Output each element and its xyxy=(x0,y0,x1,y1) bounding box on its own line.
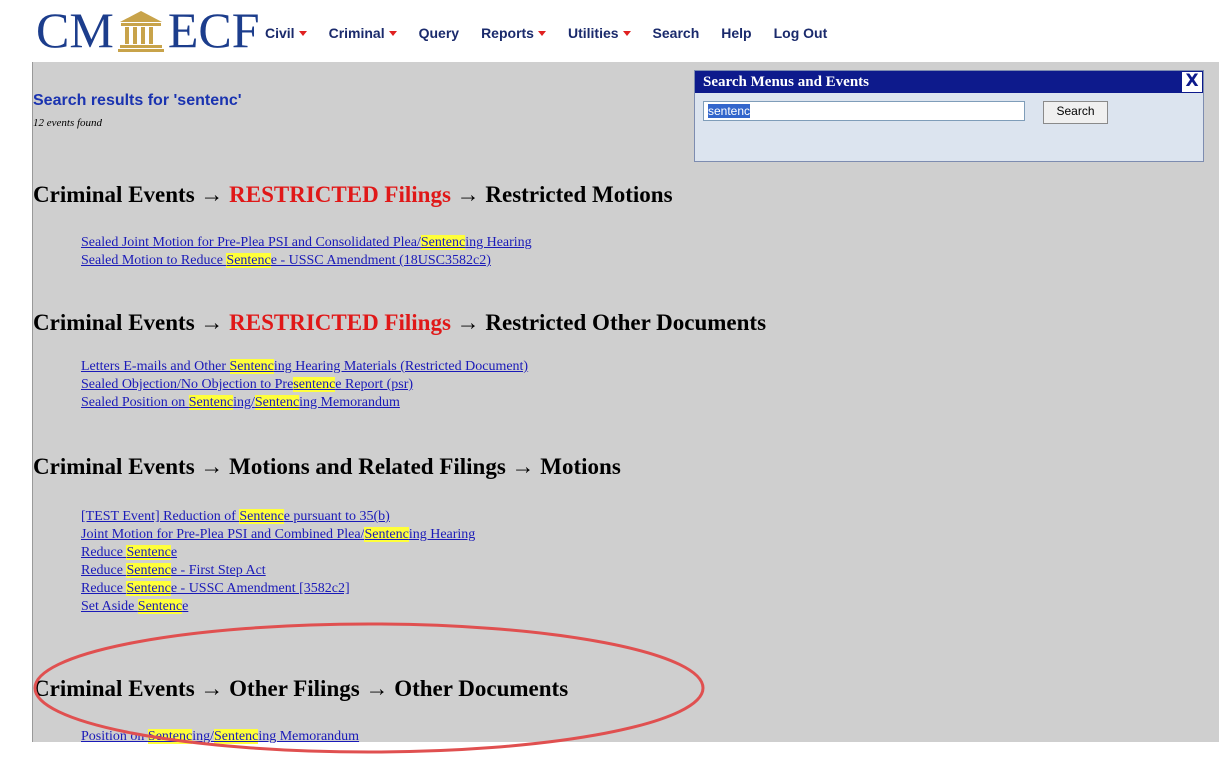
event-link-list: Letters E-mails and Other Sentencing Hea… xyxy=(81,358,528,412)
section-heading: Criminal Events → Motions and Related Fi… xyxy=(33,454,621,480)
link-text: e xyxy=(170,545,178,560)
courthouse-icon xyxy=(117,11,164,52)
link-text: e - USSC Amendment [3582c2] xyxy=(170,581,350,596)
close-icon[interactable]: X xyxy=(1181,71,1203,93)
link-text: Sealed Position on xyxy=(81,395,189,410)
search-match-highlight: Sentenc xyxy=(137,599,183,614)
link-text: Reduce xyxy=(81,545,127,560)
search-panel-header: Search Menus and Events X xyxy=(695,71,1203,93)
link-text: ing Memorandum xyxy=(299,395,400,410)
main-menu: Civil Criminal Query Reports Utilities Search… xyxy=(265,25,849,41)
search-match-highlight: Sentenc xyxy=(188,395,234,410)
menu-help[interactable]: Help xyxy=(721,25,751,41)
search-match-highlight: Sentenc xyxy=(126,563,171,578)
section-heading: Criminal Events → RESTRICTED Filings → R… xyxy=(33,310,766,336)
section-heading: Criminal Events → RESTRICTED Filings → R… xyxy=(33,182,673,208)
search-button[interactable]: Search xyxy=(1043,101,1108,124)
link-text: Joint Motion for Pre-Plea PSI and Combin… xyxy=(81,527,365,542)
section-heading-path: Criminal Events → Other Filings → Other … xyxy=(33,676,569,701)
section-heading-path: Criminal Events → xyxy=(33,182,230,207)
link-text: [TEST Event] Reduction of xyxy=(81,509,240,524)
event-link[interactable]: Sealed Joint Motion for Pre-Plea PSI and… xyxy=(81,234,532,252)
section-heading-path: Criminal Events → Motions and Related Fi… xyxy=(33,454,621,479)
search-match-highlight: Sentenc xyxy=(229,359,274,374)
cmecf-logo[interactable]: CM ECF xyxy=(36,2,260,58)
caret-down-icon xyxy=(622,30,631,36)
menu-reports[interactable]: Reports xyxy=(481,25,546,41)
link-text: Letters E-mails and Other xyxy=(81,359,230,374)
search-match-highlight: Sentenc xyxy=(126,545,171,560)
link-text: ing/ xyxy=(233,395,255,410)
link-text: Set Aside xyxy=(81,599,138,614)
menu-civil[interactable]: Civil xyxy=(265,25,307,41)
section-heading-restricted: RESTRICTED Filings xyxy=(229,182,451,207)
menu-criminal[interactable]: Criminal xyxy=(329,25,397,41)
menu-label: Search xyxy=(652,25,700,41)
menu-log-out[interactable]: Log Out xyxy=(774,25,828,41)
menu-label: Civil xyxy=(265,25,295,41)
section-heading-restricted: RESTRICTED Filings xyxy=(229,310,451,335)
link-text: ing Hearing Materials (Restricted Docume… xyxy=(273,359,529,374)
section-heading: Criminal Events → Other Filings → Other … xyxy=(33,676,568,702)
search-input[interactable]: sentenc xyxy=(703,101,1025,121)
event-link[interactable]: Joint Motion for Pre-Plea PSI and Combin… xyxy=(81,526,475,544)
search-input-value: sentenc xyxy=(708,104,751,118)
main-content: Search results for 'sentenc' 12 events f… xyxy=(32,62,1219,754)
menu-label: Query xyxy=(418,25,460,41)
event-link[interactable]: Letters E-mails and Other Sentencing Hea… xyxy=(81,358,528,376)
menu-label: Help xyxy=(721,25,752,41)
link-text: ing Hearing xyxy=(465,235,532,250)
link-text: e xyxy=(182,599,189,614)
menu-label: Utilities xyxy=(567,25,619,41)
menu-label: Criminal xyxy=(328,25,385,41)
event-link[interactable]: Reduce Sentence - USSC Amendment [3582c2… xyxy=(81,580,475,598)
link-text: Reduce xyxy=(81,563,127,578)
logo-text-right: ECF xyxy=(167,2,260,58)
search-panel-title: Search Menus and Events xyxy=(703,74,869,90)
event-link[interactable]: Sealed Motion to Reduce Sentence - USSC … xyxy=(81,252,532,270)
menu-search[interactable]: Search xyxy=(653,25,700,41)
menu-query[interactable]: Query xyxy=(419,25,459,41)
event-link[interactable]: Reduce Sentence - First Step Act xyxy=(81,562,475,580)
link-text: ing Hearing xyxy=(408,527,476,542)
menu-label: Log Out xyxy=(773,25,828,41)
search-match-highlight: Sentenc xyxy=(420,235,466,250)
caret-down-icon xyxy=(298,30,307,36)
event-link[interactable]: Set Aside Sentence xyxy=(81,598,475,616)
search-match-highlight: Sentenc xyxy=(226,253,271,268)
event-link[interactable]: Position on Sentencing/Sentencing Memora… xyxy=(81,728,359,746)
event-link[interactable]: Reduce Sentence xyxy=(81,544,475,562)
results-title: Search results for 'sentenc' xyxy=(33,92,242,109)
link-text: Sealed Joint Motion for Pre-Plea PSI and… xyxy=(81,235,421,250)
search-panel: Search Menus and Events X sentenc Search xyxy=(694,70,1204,162)
event-link-list: [TEST Event] Reduction of Sentence pursu… xyxy=(81,508,475,616)
event-link[interactable]: Sealed Objection/No Objection to Present… xyxy=(81,376,528,394)
caret-down-icon xyxy=(388,30,397,36)
caret-down-icon xyxy=(537,30,546,36)
link-text: Reduce xyxy=(81,581,127,596)
link-text: Sealed Motion to Reduce xyxy=(81,253,227,268)
search-match-highlight: Sentenc xyxy=(364,527,409,542)
event-link-list: Sealed Joint Motion for Pre-Plea PSI and… xyxy=(81,234,532,270)
logo-text-left: CM xyxy=(36,2,114,58)
search-match-highlight: sentenc xyxy=(293,377,336,392)
link-text: e Report (psr) xyxy=(335,377,414,392)
results-count: 12 events found xyxy=(33,117,103,129)
event-link[interactable]: [TEST Event] Reduction of Sentence pursu… xyxy=(81,508,475,526)
section-heading-path: Criminal Events → xyxy=(33,310,230,335)
menu-label: Reports xyxy=(481,25,534,41)
event-link[interactable]: Sealed Position on Sentencing/Sentencing… xyxy=(81,394,528,412)
search-match-highlight: Sentenc xyxy=(254,395,300,410)
section-heading-tail: → Restricted Other Documents xyxy=(450,310,767,335)
link-text: Sealed Objection/No Objection to Pre xyxy=(81,377,294,392)
section-heading-tail: → Restricted Motions xyxy=(450,182,673,207)
link-text: e pursuant to 35(b) xyxy=(283,509,390,524)
menu-utilities[interactable]: Utilities xyxy=(568,25,631,41)
top-bar: CM ECF Civil Criminal Query Reports Utilitie… xyxy=(0,0,1219,62)
search-match-highlight: Sentenc xyxy=(126,581,171,596)
link-text: e - USSC Amendment (18USC3582c2) xyxy=(270,253,491,268)
link-text: e - First Step Act xyxy=(170,563,266,578)
event-link-list: Position on Sentencing/Sentencing Memora… xyxy=(81,728,359,746)
search-match-highlight: Sentenc xyxy=(239,509,284,524)
